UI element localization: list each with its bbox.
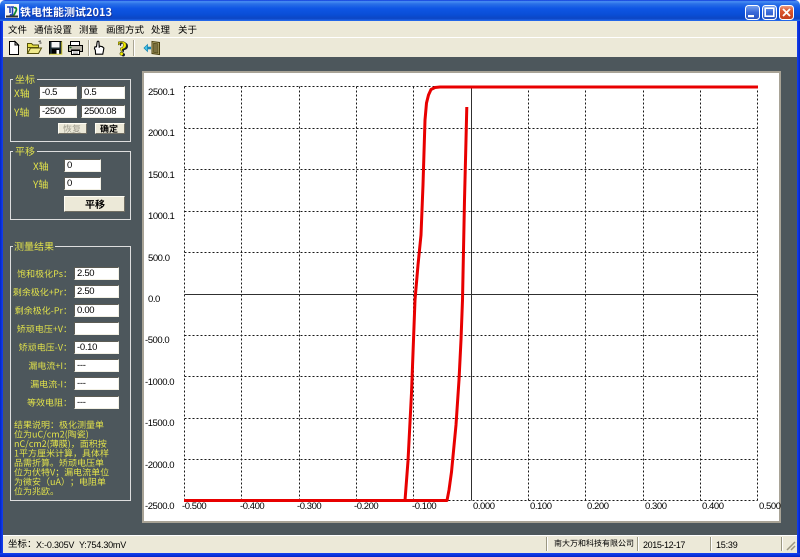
svg-text:?: ? [117, 40, 128, 57]
